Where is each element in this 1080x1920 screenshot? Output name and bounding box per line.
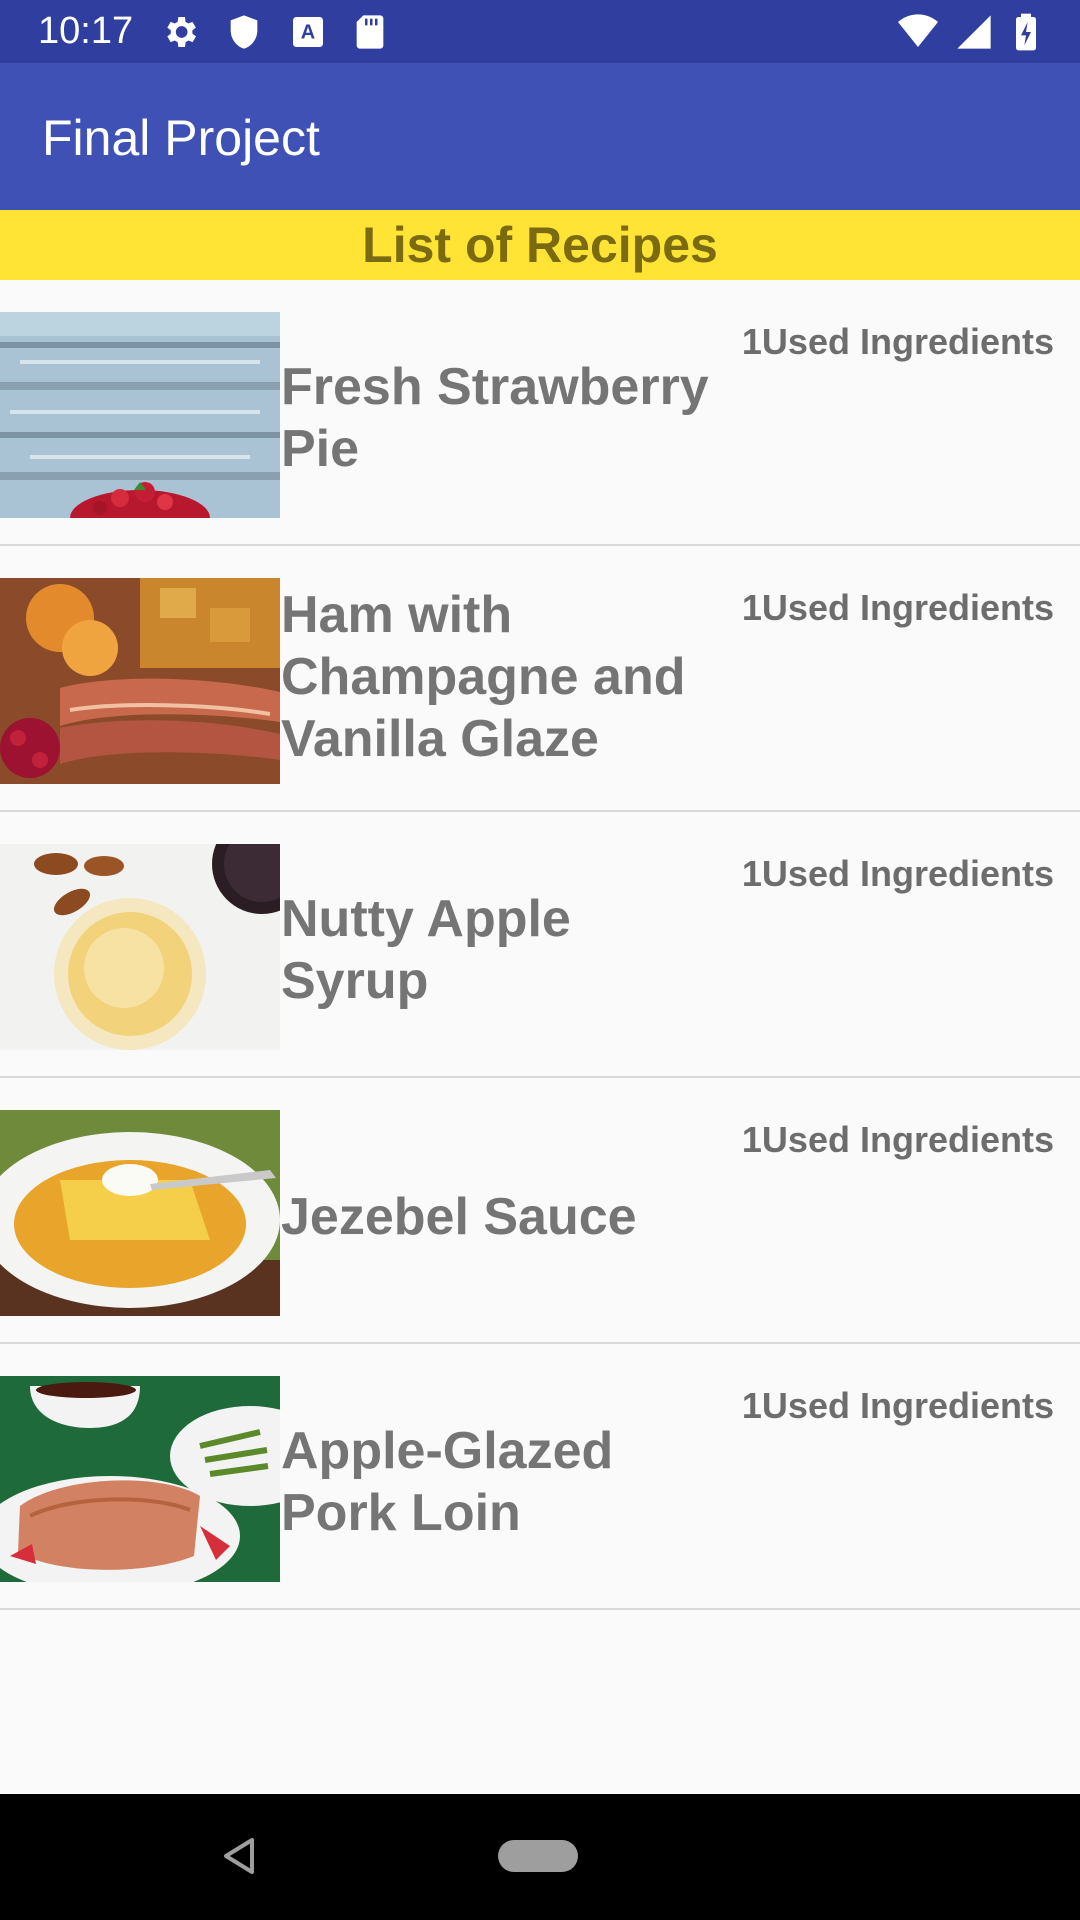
wifi-icon: [898, 14, 938, 47]
recipe-used-ingredients: 1Used Ingredients: [741, 1385, 1054, 1426]
recipe-thumbnail: [0, 1110, 280, 1316]
recipe-title: Ham with Champagne and Vanilla Glaze: [281, 586, 686, 768]
recipe-used-ingredients: 1Used Ingredients: [741, 853, 1054, 894]
recipe-used-ingredients: 1Used Ingredients: [741, 1119, 1054, 1160]
system-nav-bar: [0, 1794, 1080, 1920]
recipe-title: Jezebel Sauce: [281, 1188, 637, 1246]
gear-icon: [167, 17, 196, 47]
recipe-used-ingredients: 1Used Ingredients: [741, 321, 1054, 362]
shield-icon: [230, 15, 258, 49]
status-bar: 10:17 A: [0, 0, 1080, 63]
recipe-item[interactable]: Jezebel Sauce 1Used Ingredients: [0, 1078, 1080, 1344]
home-icon[interactable]: [498, 1840, 578, 1872]
font-icon: A: [293, 17, 323, 47]
recipe-title: Fresh Strawberry Pie: [281, 358, 709, 478]
signal-icon: [957, 15, 991, 49]
recipe-list: Fresh Strawberry Pie 1Used Ingredients H…: [0, 280, 1080, 1610]
recipe-title: Nutty Apple Syrup: [281, 890, 571, 1010]
recipe-thumbnail: [0, 1376, 280, 1582]
list-header-title: List of Recipes: [362, 217, 718, 273]
sd-card-icon: [356, 15, 384, 49]
list-header-banner: List of Recipes: [0, 210, 1080, 280]
svg-text:A: A: [301, 22, 315, 44]
app-title: Final Project: [42, 110, 320, 166]
recipe-thumbnail: [0, 844, 280, 1050]
recipe-title: Apple-Glazed Pork Loin: [281, 1422, 614, 1542]
recipe-item[interactable]: Fresh Strawberry Pie 1Used Ingredients: [0, 280, 1080, 546]
recipe-used-ingredients: 1Used Ingredients: [741, 587, 1054, 628]
recipe-item[interactable]: Nutty Apple Syrup 1Used Ingredients: [0, 812, 1080, 1078]
recipe-item[interactable]: Apple-Glazed Pork Loin 1Used Ingredients: [0, 1344, 1080, 1610]
app-bar: Final Project: [0, 63, 1080, 210]
recipe-thumbnail: [0, 312, 280, 518]
back-icon[interactable]: [222, 1836, 256, 1876]
status-time: 10:17: [38, 10, 134, 52]
recipe-thumbnail: [0, 578, 280, 784]
recipe-item[interactable]: Ham with Champagne and Vanilla Glaze 1Us…: [0, 546, 1080, 812]
battery-icon: [1016, 13, 1036, 51]
